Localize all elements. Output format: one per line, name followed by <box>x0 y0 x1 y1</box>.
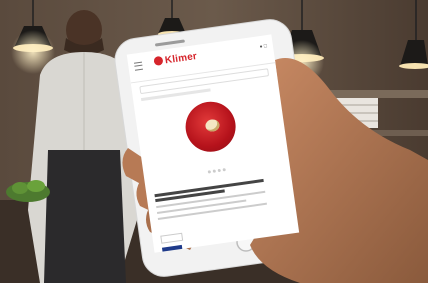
menu-icon[interactable] <box>133 61 143 71</box>
quantity-input[interactable] <box>160 232 184 244</box>
klimer-logo[interactable]: Klimer <box>153 51 198 68</box>
photo-scene: Klimer ● □ <box>0 0 428 283</box>
product-image[interactable] <box>182 98 239 155</box>
header-icons: ● □ <box>259 43 267 50</box>
logo-mark <box>153 55 164 66</box>
phone-screen: Klimer ● □ <box>126 34 300 253</box>
cart-icon[interactable]: □ <box>264 43 268 49</box>
user-icon[interactable]: ● <box>259 44 263 50</box>
gallery-dots[interactable] <box>143 149 290 187</box>
logo-text: Klimer <box>164 51 198 67</box>
